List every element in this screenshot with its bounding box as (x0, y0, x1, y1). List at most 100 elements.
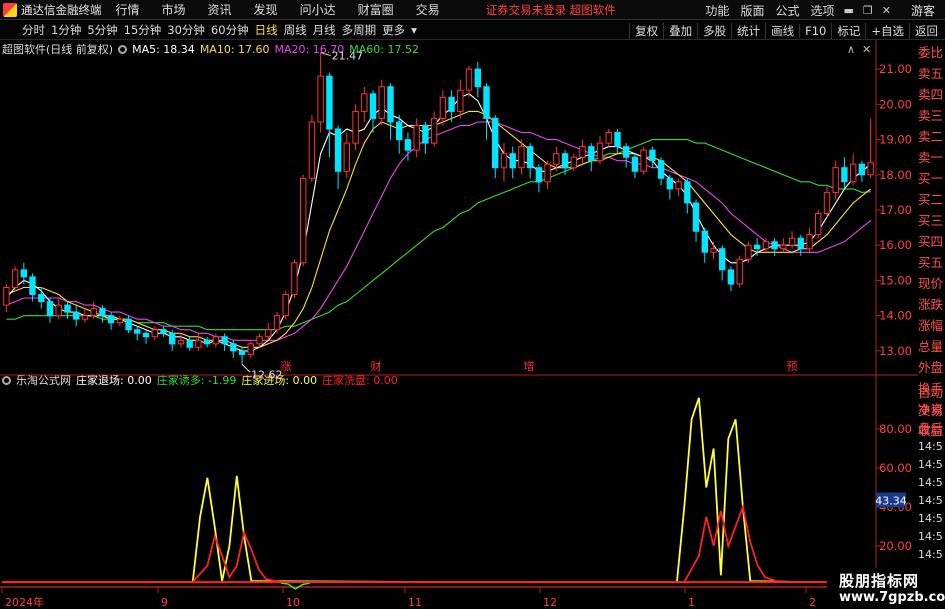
candle-body (230, 343, 237, 352)
btn-draw[interactable]: 画线 (765, 22, 799, 39)
maximize-icon[interactable]: ❐ (863, 4, 873, 17)
menu-ask-xiaoda[interactable]: 问小达 (300, 1, 336, 18)
close-icon[interactable]: ✕ (882, 4, 891, 17)
price-tick-label: 17.00 (879, 203, 912, 217)
btn-back[interactable]: 返回 (909, 22, 943, 39)
candle-body (596, 142, 604, 162)
candle-body (553, 153, 560, 165)
candle-body (430, 117, 438, 144)
time-tick-label: 9 (161, 596, 168, 609)
login-notice[interactable]: 证券交易未登录 超图软件 (486, 2, 616, 18)
candle-body (753, 244, 761, 250)
app-window: 通达信金融终端 行情 市场 资讯 发现 问小达 财富圈 交易 证券交易未登录 超… (0, 0, 945, 609)
app-name: 通达信金融终端 (21, 2, 102, 17)
trade-label-1: 交易 (918, 403, 944, 418)
candle-body (500, 153, 508, 169)
candle-body (518, 146, 525, 169)
event-marker: 财 (371, 359, 382, 373)
candle-body (727, 269, 735, 285)
menu-layout[interactable]: 版面 (740, 2, 764, 19)
trade-label-2: 盘后 (918, 421, 944, 436)
candle-body (465, 68, 473, 91)
candle-body (3, 287, 10, 306)
candle-body (273, 315, 281, 331)
guest-label[interactable]: 游客 (911, 2, 935, 19)
btn-stats[interactable]: 统计 (731, 22, 765, 39)
btn-adjust[interactable]: 复权 (629, 22, 663, 39)
candle-body (771, 241, 778, 250)
period-weekly[interactable]: 周线 (284, 22, 307, 38)
side-label-1: 卖五 (918, 66, 944, 81)
candle-body (369, 93, 377, 119)
ma60-line (6, 139, 871, 331)
candle-body (492, 117, 499, 169)
candle-body (317, 75, 324, 123)
period-30min[interactable]: 30分钟 (167, 22, 205, 38)
sub-yellow-line (2, 397, 875, 583)
menu-discover[interactable]: 发现 (254, 1, 278, 18)
trade-label-6: 14:5 (918, 494, 943, 507)
minimize-icon[interactable]: ▬ (843, 4, 853, 17)
candle-body (448, 96, 455, 112)
menu-functions[interactable]: 功能 (705, 2, 729, 19)
candle-body (20, 269, 28, 278)
side-label-11: 现价 (918, 276, 944, 291)
menu-formula[interactable]: 公式 (775, 2, 799, 19)
candle-body (588, 146, 595, 162)
candle-body (850, 163, 857, 183)
candle-body (186, 339, 193, 348)
more-chevron-icon[interactable]: ▾ (411, 23, 417, 37)
period-more[interactable]: 更多 (382, 22, 405, 38)
period-daily[interactable]: 日线 (255, 22, 278, 38)
side-label-4: 卖二 (918, 129, 944, 144)
sub-green-line (280, 582, 311, 590)
candle-body (308, 121, 316, 179)
period-multi[interactable]: 多周期 (342, 22, 377, 38)
price-tick-label: 19.00 (879, 133, 912, 147)
candle-body (64, 304, 71, 313)
candle-body (247, 343, 255, 355)
period-monthly[interactable]: 月线 (313, 22, 336, 38)
menu-trade[interactable]: 交易 (416, 1, 440, 18)
period-intraday[interactable]: 分时 (22, 22, 45, 38)
time-tick-label: 1 (688, 596, 695, 609)
candle-body (527, 146, 534, 169)
period-60min[interactable]: 60分钟 (211, 22, 249, 38)
side-label-14: 总量 (918, 339, 944, 354)
menu-options[interactable]: 选项 (810, 2, 834, 19)
side-label-8: 买三 (918, 213, 944, 228)
menu-market[interactable]: 市场 (162, 1, 186, 18)
menu-news[interactable]: 资讯 (208, 1, 232, 18)
watermark: 股朋指标网 www.7gpzb.com (827, 568, 945, 609)
candle-body (387, 86, 394, 123)
kline-chart[interactable]: 21.00 20.00 19.00 18.00 17.00 16.00 15.00 14.00… (0, 40, 918, 609)
period-15min[interactable]: 15分钟 (124, 22, 162, 38)
candle-body (343, 142, 351, 172)
candle-body (614, 132, 621, 148)
candle-body (212, 336, 220, 345)
price-tick-label: 14.00 (879, 309, 912, 323)
period-toolbar: 分时 1分钟 5分钟 15分钟 30分钟 60分钟 日线 周线 月线 多周期 更… (0, 21, 945, 40)
btn-overlay[interactable]: 叠加 (663, 22, 697, 39)
event-marker: 涨 (281, 360, 292, 373)
menu-wealth-circle[interactable]: 财富圈 (358, 1, 394, 18)
btn-add-watchlist[interactable]: +自选 (865, 22, 909, 39)
side-label-12: 涨跌 (918, 297, 944, 312)
candle-body (107, 315, 115, 324)
candle-body (99, 308, 106, 317)
candle-body (169, 332, 176, 345)
side-label-2: 卖四 (918, 87, 944, 102)
candle-body (579, 146, 586, 158)
period-5min[interactable]: 5分钟 (87, 22, 117, 38)
menu-quotes[interactable]: 行情 (116, 1, 140, 18)
candle-body (631, 156, 639, 172)
sub-tick-label: 20.00 (879, 539, 912, 553)
candle-body (203, 339, 211, 345)
btn-f10[interactable]: F10 (799, 23, 831, 38)
event-marker: 预 (787, 360, 798, 373)
period-1min[interactable]: 1分钟 (51, 22, 81, 38)
btn-multi-stock[interactable]: 多股 (697, 22, 731, 39)
app-logo-icon (3, 2, 17, 17)
btn-mark[interactable]: 标记 (831, 22, 865, 39)
candle-body (291, 262, 298, 296)
